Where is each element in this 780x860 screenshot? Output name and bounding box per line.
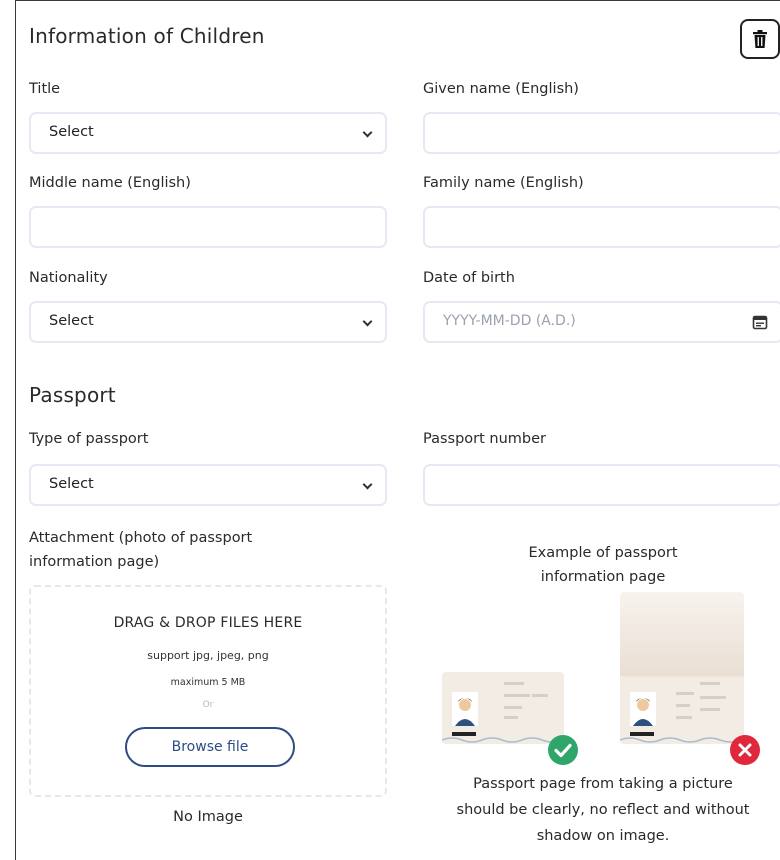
dropzone-title: DRAG & DROP FILES HERE	[113, 615, 303, 631]
cross-icon	[730, 735, 760, 765]
chevron-down-icon	[362, 127, 373, 138]
chevron-down-icon	[362, 479, 373, 490]
given-name-input[interactable]	[423, 112, 780, 154]
dropzone-or: Or	[202, 700, 214, 710]
check-icon	[548, 735, 578, 765]
passport-number-input[interactable]	[423, 464, 780, 506]
section-title: Information of Children	[29, 24, 265, 48]
upload-status: No Image	[173, 809, 243, 825]
dob-placeholder: YYYY-MM-DD (A.D.)	[443, 313, 576, 329]
example-title-line1: Example of passport	[528, 545, 678, 561]
passport-number-label: Passport number	[423, 431, 547, 447]
example-note-line2: should be clearly, no reflect and withou…	[456, 802, 750, 818]
middle-name-label: Middle name (English)	[29, 175, 191, 191]
passport-type-select[interactable]: Select	[29, 464, 387, 506]
dob-label: Date of birth	[423, 270, 515, 286]
dob-input[interactable]: YYYY-MM-DD (A.D.)	[423, 301, 780, 343]
dropzone-max-size: maximum 5 MB	[170, 677, 246, 688]
example-note: Passport page from taking a picture shou…	[423, 771, 780, 849]
browse-file-button[interactable]: Browse file	[125, 727, 295, 767]
family-name-label: Family name (English)	[423, 175, 584, 191]
passport-illustration	[620, 682, 744, 743]
chevron-down-icon	[362, 316, 373, 327]
passport-example-good	[442, 672, 564, 744]
example-title: Example of passport information page	[423, 541, 780, 589]
attachment-label-line1: Attachment (photo of passport	[29, 530, 253, 546]
example-title-line2: information page	[540, 569, 666, 585]
passport-type-value: Select	[49, 476, 94, 492]
example-note-line1: Passport page from taking a picture	[473, 776, 733, 792]
dropzone-support: support jpg, jpeg, png	[147, 649, 269, 662]
delete-button[interactable]	[740, 19, 780, 59]
nationality-select[interactable]: Select	[29, 301, 387, 343]
attachment-label-line2: information page)	[29, 554, 160, 570]
example-note-line3: shadow on image.	[536, 828, 670, 844]
title-select[interactable]: Select	[29, 112, 387, 154]
nationality-label: Nationality	[29, 270, 108, 286]
title-label: Title	[29, 81, 61, 97]
trash-icon	[753, 30, 767, 48]
family-name-input[interactable]	[423, 206, 780, 248]
calendar-icon[interactable]	[752, 314, 768, 330]
passport-illustration	[442, 672, 564, 744]
given-name-label: Given name (English)	[423, 81, 579, 97]
nationality-select-value: Select	[49, 313, 94, 329]
file-dropzone[interactable]: DRAG & DROP FILES HERE support jpg, jpeg…	[29, 585, 387, 797]
passport-example-bad	[620, 592, 744, 744]
passport-section-title: Passport	[29, 383, 116, 407]
attachment-label: Attachment (photo of passport informatio…	[29, 526, 252, 574]
passport-type-label: Type of passport	[29, 431, 149, 447]
title-select-value: Select	[49, 124, 94, 140]
middle-name-input[interactable]	[29, 206, 387, 248]
